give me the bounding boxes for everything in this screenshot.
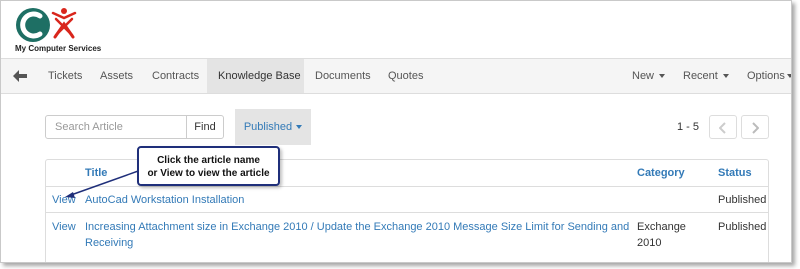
- nav-quotes[interactable]: Quotes: [388, 59, 423, 93]
- nav-documents[interactable]: Documents: [315, 59, 371, 93]
- published-filter-label: Published: [243, 121, 293, 133]
- callout-line: or View to view the article: [147, 168, 270, 179]
- chevron-right-icon: [752, 122, 759, 134]
- chevron-left-icon: [719, 122, 726, 134]
- chevron-down-icon: [786, 74, 791, 79]
- nav-recent-label: Recent: [683, 70, 718, 82]
- previous-page-button[interactable]: [709, 115, 737, 139]
- category-cell: Exchange 2010: [637, 220, 686, 250]
- view-link[interactable]: View: [52, 220, 76, 234]
- status-cell: Published: [718, 194, 767, 206]
- nav-options-label: Options: [747, 70, 785, 82]
- status-cell: Published: [718, 221, 767, 233]
- row-divider: [46, 212, 768, 213]
- screenshot-frame: My Computer Services Tickets Assets Cont…: [0, 0, 792, 263]
- nav-new-dropdown[interactable]: New: [632, 59, 666, 93]
- next-page-button[interactable]: [741, 115, 769, 139]
- nav-recent-dropdown[interactable]: Recent: [683, 59, 729, 93]
- published-filter-dropdown[interactable]: Published: [235, 109, 311, 145]
- nav-knowledge-base[interactable]: Knowledge Base: [207, 59, 304, 93]
- annotation-callout: Click the article name or View to view t…: [137, 146, 280, 186]
- chevron-down-icon: [296, 125, 303, 130]
- category-line: Exchange: [637, 221, 686, 233]
- chevron-down-icon: [659, 74, 666, 79]
- category-line: 2010: [637, 237, 662, 249]
- chevron-down-icon: [722, 74, 729, 79]
- column-header-status[interactable]: Status: [718, 167, 752, 179]
- pager-range: 1 - 5: [677, 121, 700, 133]
- column-header-category[interactable]: Category: [637, 167, 685, 179]
- article-title-link[interactable]: Increasing Attachment size in Exchange 2…: [85, 220, 629, 250]
- nav-new-label: New: [632, 70, 655, 82]
- callout-line: Click the article name: [157, 155, 260, 166]
- nav-knowledge-base-label: Knowledge Base: [218, 70, 301, 82]
- article-title-line: Receiving: [85, 237, 134, 249]
- article-title-line: Increasing Attachment size in Exchange 2…: [85, 221, 630, 233]
- nav-options-dropdown[interactable]: Options: [747, 59, 791, 93]
